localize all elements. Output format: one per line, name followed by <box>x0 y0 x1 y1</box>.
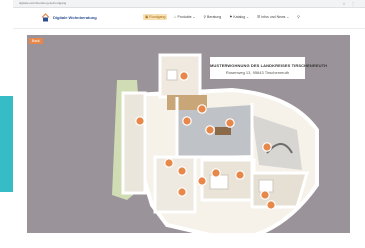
bed-2 <box>258 179 274 193</box>
menu-item-katalog[interactable]: ⚑ Katalog ⌄ <box>227 14 251 20</box>
hotspot-8[interactable] <box>164 158 174 168</box>
menu-item-produkte[interactable]: ☆ Produkte ⌄ <box>171 14 197 20</box>
house-logo-icon <box>41 13 50 22</box>
hotspot-14[interactable] <box>260 190 270 200</box>
hotspot-7[interactable] <box>262 142 272 152</box>
hotspot-9[interactable] <box>177 166 187 176</box>
address-bar[interactable]: digitale-wohnberatung.de/rundgang <box>19 1 66 5</box>
menu-item-rundgang[interactable]: ▣ Rundgang <box>143 14 168 20</box>
site-header: Digitale Wohnberatung ▣ Rundgang ☆ Produ… <box>13 8 365 29</box>
table <box>215 127 231 135</box>
menu-item-infos[interactable]: ☰ Infos und News ⌄ <box>255 14 291 20</box>
hotspot-12[interactable] <box>197 176 207 186</box>
balcony-left <box>121 91 147 195</box>
back-button[interactable]: Back <box>29 38 43 44</box>
floorplan-viewer[interactable]: Back MUSTERWOHNUNG DES LANDKREISES TIRSC… <box>27 35 350 233</box>
browser-icons[interactable]: ☆ ⋮ <box>342 1 357 6</box>
bathtub <box>166 69 178 81</box>
brand-name: Digitale Wohnberatung <box>53 15 97 20</box>
hotspot-11[interactable] <box>177 187 187 197</box>
hotspot-15[interactable] <box>266 200 276 210</box>
room-southwest <box>153 155 197 214</box>
search-icon[interactable]: ⚲ <box>295 14 302 20</box>
hotspot-1[interactable] <box>179 71 189 81</box>
side-accent-bar <box>0 96 13 192</box>
hotspot-6[interactable] <box>225 118 235 128</box>
site-logo[interactable]: Digitale Wohnberatung <box>41 13 97 22</box>
hotspot-10[interactable] <box>211 168 221 178</box>
menu-item-beratung[interactable]: ⚲ Beratung <box>201 14 223 20</box>
apartment-address: Rosenweg 13, 95643 Tirschenreuth <box>225 70 290 75</box>
hotspot-2[interactable] <box>135 116 145 126</box>
hotspot-13[interactable] <box>235 170 245 180</box>
hotspot-3[interactable] <box>182 116 192 126</box>
hotspot-4[interactable] <box>197 104 207 114</box>
main-menu: ▣ Rundgang ☆ Produkte ⌄ ⚲ Beratung ⚑ Kat… <box>143 14 302 20</box>
apartment-title: MUSTERWOHNUNG DES LANDKREISES TIRSCHENRE… <box>210 63 328 68</box>
hotspot-5[interactable] <box>205 125 215 135</box>
browser-toolbar: digitale-wohnberatung.de/rundgang ☆ ⋮ <box>13 0 365 8</box>
bed <box>209 174 229 190</box>
info-panel: MUSTERWOHNUNG DES LANDKREISES TIRSCHENRE… <box>210 57 328 79</box>
